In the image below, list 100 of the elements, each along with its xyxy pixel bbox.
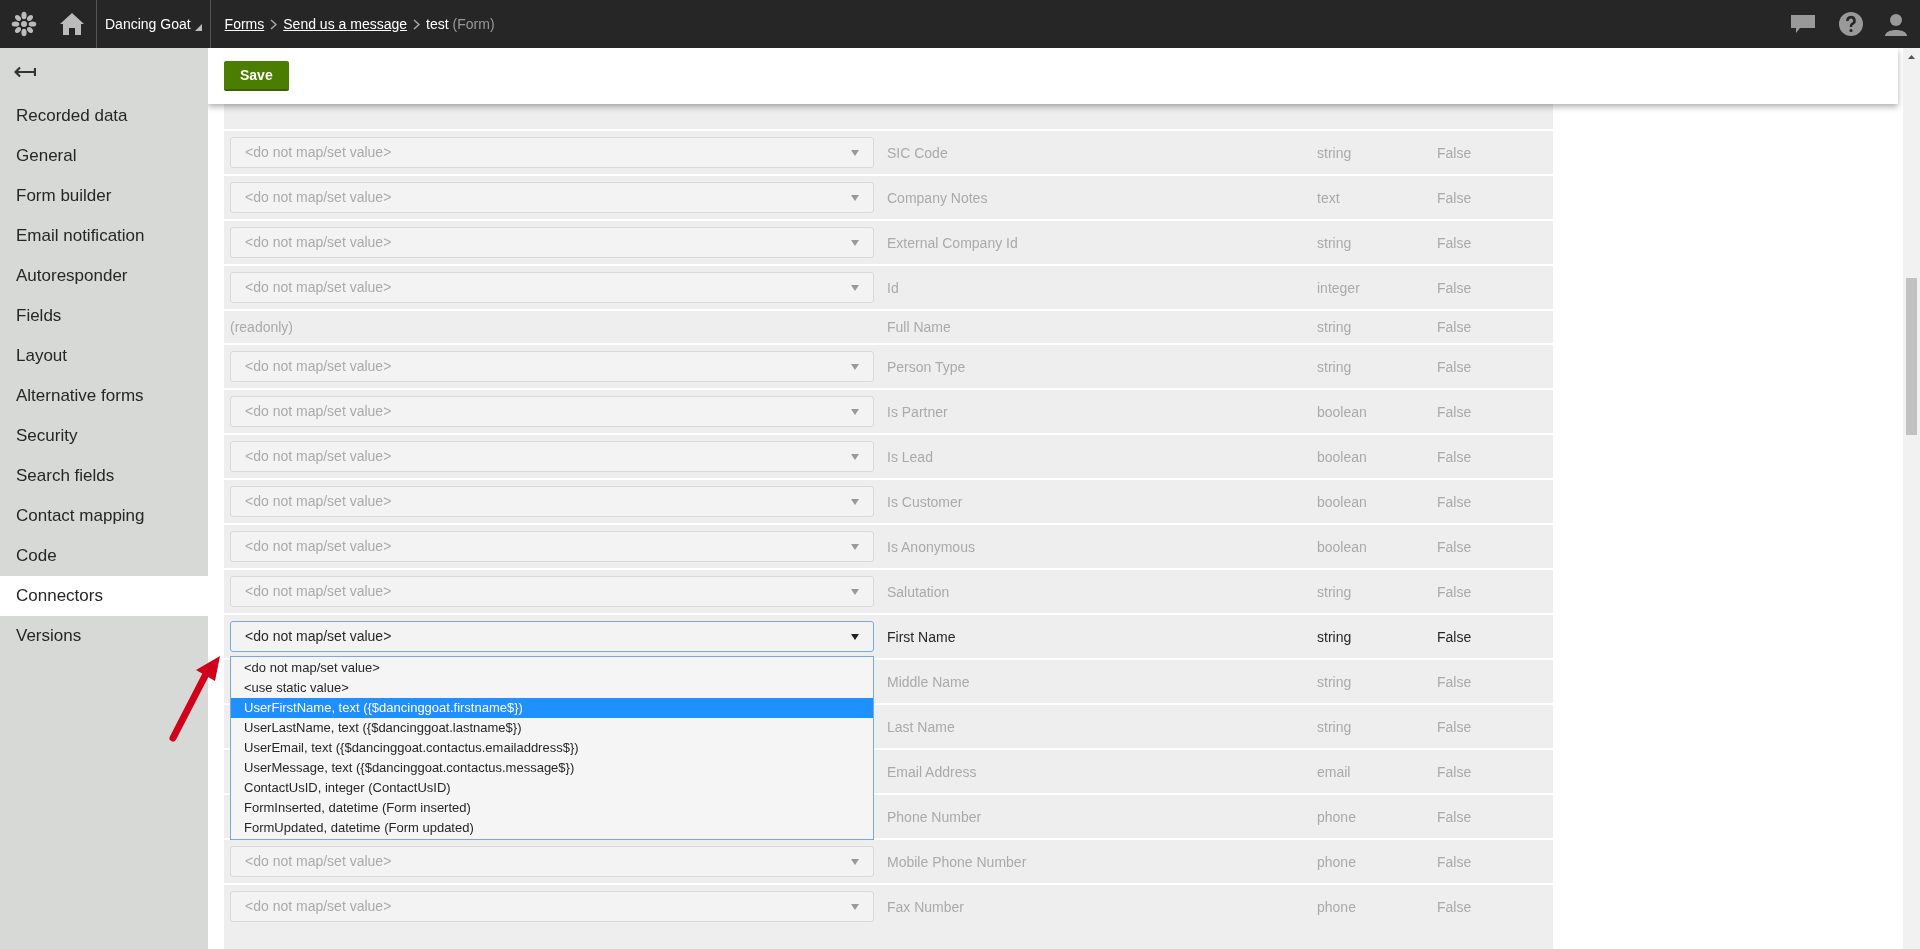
caret-icon: [851, 284, 859, 291]
dropdown-option[interactable]: UserEmail, text ({$dancinggoat.contactus.emailaddress$}): [231, 738, 873, 758]
dropdown-option[interactable]: UserLastName, text ({$dancinggoat.lastname$}): [231, 718, 873, 738]
required-value: False: [1437, 808, 1472, 825]
field-name: SIC Code: [887, 144, 948, 161]
sidebar-item[interactable]: Fields: [0, 296, 208, 336]
field-name: Is Lead: [887, 448, 933, 465]
caret-icon: [851, 453, 859, 460]
field-name: Id: [887, 279, 899, 296]
caret-icon: [851, 408, 859, 415]
required-value: False: [1437, 628, 1472, 645]
dropdown-option[interactable]: UserMessage, text ({$dancinggoat.contactus.message$}): [231, 758, 873, 778]
required-value: False: [1437, 189, 1472, 206]
back-arrow-icon[interactable]: [14, 66, 36, 78]
dropdown-option[interactable]: <use static value>: [231, 678, 873, 698]
sidebar-item[interactable]: Search fields: [0, 456, 208, 496]
field-name: Full Name: [887, 319, 951, 335]
dropdown-option[interactable]: ContactUsID, integer (ContactUsID): [231, 778, 873, 798]
field-type: string: [1317, 583, 1352, 600]
field-name: Middle Name: [887, 673, 970, 690]
field-type: string: [1317, 718, 1352, 735]
scrollbar-thumb[interactable]: [1906, 278, 1917, 435]
site-selector[interactable]: Dancing Goat: [97, 0, 210, 48]
sidebar-item[interactable]: Email notification: [0, 216, 208, 256]
field-type: string: [1317, 673, 1352, 690]
required-value: False: [1437, 319, 1472, 335]
caret-icon: [851, 903, 859, 910]
field-type: phone: [1317, 853, 1356, 870]
sidebar-item[interactable]: Code: [0, 536, 208, 576]
field-name: Phone Number: [887, 808, 982, 825]
field-type: string: [1317, 358, 1352, 375]
sidebar-item[interactable]: General: [0, 136, 208, 176]
field-type: boolean: [1317, 538, 1367, 555]
field-name: Fax Number: [887, 898, 965, 915]
sidebar-item[interactable]: Connectors: [0, 576, 208, 616]
save-button[interactable]: Save: [224, 61, 289, 91]
field-type: email: [1317, 763, 1351, 780]
required-value: False: [1437, 234, 1472, 251]
breadcrumb-link[interactable]: Forms: [224, 13, 265, 35]
logo-icon[interactable]: [11, 11, 37, 37]
caret-icon: [851, 858, 859, 865]
field-name: External Company Id: [887, 234, 1018, 251]
dropdown-option[interactable]: FormInserted, datetime (Form inserted): [231, 798, 873, 818]
field-name: Salutation: [887, 583, 950, 600]
caret-icon: [851, 588, 859, 595]
required-value: False: [1437, 144, 1472, 161]
required-value: False: [1437, 718, 1472, 735]
field-name: Is Anonymous: [887, 538, 975, 555]
caret-icon: [851, 149, 859, 156]
field-type: phone: [1317, 808, 1356, 825]
sidebar-item[interactable]: Contact mapping: [0, 496, 208, 536]
sidebar-item[interactable]: Recorded data: [0, 96, 208, 136]
sidebar-item[interactable]: Autoresponder: [0, 256, 208, 296]
object-type-label: (Form): [452, 14, 495, 34]
required-value: False: [1437, 898, 1472, 915]
field-name: Last Name: [887, 718, 955, 735]
field-name: Company Notes: [887, 189, 988, 206]
required-value: False: [1437, 403, 1472, 420]
field-name: Mobile Phone Number: [887, 853, 1027, 870]
field-name: First Name: [887, 628, 956, 645]
caret-icon: [851, 633, 859, 640]
chevron-icon: [413, 18, 421, 30]
chevron-icon: [270, 18, 278, 30]
required-value: False: [1437, 448, 1472, 465]
sidebar-item[interactable]: Form builder: [0, 176, 208, 216]
field-type: boolean: [1317, 493, 1367, 510]
help-icon[interactable]: [1838, 11, 1864, 37]
user-icon[interactable]: [1884, 12, 1908, 36]
field-name: Is Customer: [887, 493, 963, 510]
caret-icon: [851, 239, 859, 246]
required-value: False: [1437, 493, 1472, 510]
field-type: string: [1317, 144, 1352, 161]
required-value: False: [1437, 763, 1472, 780]
caret-icon: [851, 363, 859, 370]
sidebar-item[interactable]: Alternative forms: [0, 376, 208, 416]
field-type: text: [1317, 189, 1340, 206]
field-type: integer: [1317, 279, 1360, 296]
readonly-label: (readonly): [230, 319, 294, 335]
home-icon[interactable]: [59, 12, 85, 36]
sidebar-item[interactable]: Versions: [0, 616, 208, 656]
required-value: False: [1437, 358, 1472, 375]
field-name: Email Address: [887, 763, 977, 780]
scrollbar[interactable]: [1903, 48, 1920, 949]
caret-icon: [851, 194, 859, 201]
dropdown-option[interactable]: <do not map/set value>: [231, 658, 873, 678]
required-value: False: [1437, 673, 1472, 690]
field-type: boolean: [1317, 448, 1367, 465]
sidebar-item[interactable]: Security: [0, 416, 208, 456]
required-value: False: [1437, 538, 1472, 555]
breadcrumb-link[interactable]: Send us a message: [283, 13, 408, 35]
field-type: string: [1317, 319, 1352, 335]
sidebar-item[interactable]: Layout: [0, 336, 208, 376]
dropdown-option[interactable]: FormUpdated, datetime (Form updated): [231, 818, 873, 838]
caret-icon: [194, 23, 202, 31]
mapping-select[interactable]: <do not map/set value>: [230, 621, 874, 652]
caret-icon: [851, 543, 859, 550]
required-value: False: [1437, 583, 1472, 600]
required-value: False: [1437, 279, 1472, 296]
breadcrumb-current: test: [426, 14, 449, 34]
required-value: False: [1437, 853, 1472, 870]
